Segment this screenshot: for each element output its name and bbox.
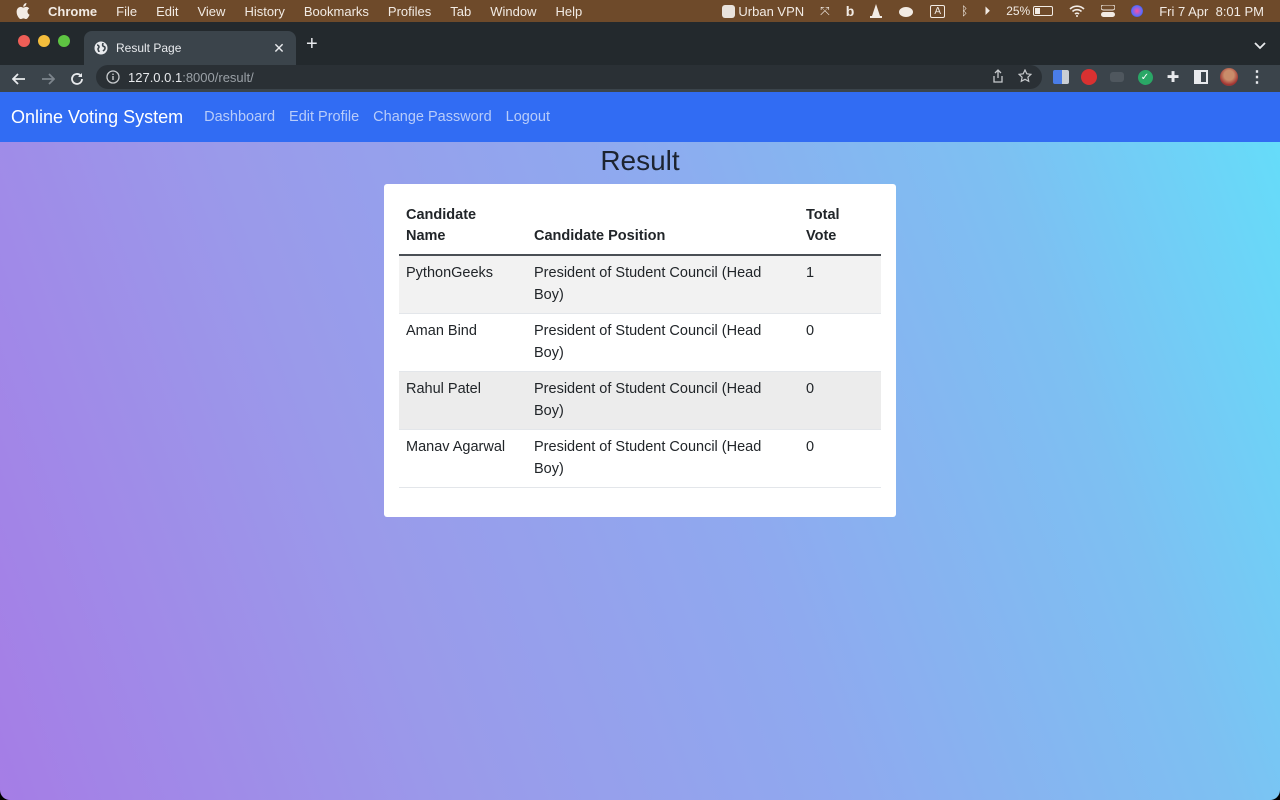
browser-toolbar: 127.0.0.1:8000/result/ ✓ ✚ ⋮ (0, 65, 1280, 92)
adblock-hand-extension-icon[interactable] (1080, 68, 1098, 86)
menu-file[interactable]: File (116, 4, 137, 19)
nav-edit-profile[interactable]: Edit Profile (289, 109, 359, 125)
side-panel-icon[interactable] (1192, 68, 1210, 86)
siri-icon[interactable] (1131, 5, 1144, 17)
cell-total-vote: 0 (799, 371, 881, 430)
table-row: Rahul Patel President of Student Council… (399, 371, 881, 430)
tab-title: Result Page (116, 41, 182, 55)
cell-total-vote: 0 (799, 429, 881, 488)
reload-button[interactable] (67, 69, 87, 89)
table-row: PythonGeeks President of Student Council… (399, 255, 881, 314)
bowl-icon[interactable] (898, 5, 914, 17)
maximize-window-button[interactable] (58, 35, 70, 47)
minimize-window-button[interactable] (38, 35, 50, 47)
globe-icon (94, 41, 108, 55)
cell-candidate-name: Rahul Patel (399, 371, 527, 430)
url-host: 127.0.0.1 (128, 69, 183, 85)
urban-vpn-status[interactable]: Urban VPN (722, 4, 804, 19)
play-circle-icon[interactable]: ⏵ (984, 4, 990, 19)
nav-dashboard[interactable]: Dashboard (204, 109, 275, 125)
battery-charging-icon (1033, 6, 1054, 16)
cell-candidate-position: President of Student Council (Head Boy) (527, 313, 799, 372)
results-table: Candidate Name Candidate Position Total … (399, 198, 881, 488)
input-source-icon[interactable]: A (930, 4, 945, 18)
profile-avatar[interactable] (1220, 68, 1238, 86)
move-arrows-icon[interactable]: ⤧ (820, 4, 830, 19)
close-window-button[interactable] (18, 35, 30, 47)
menu-profiles[interactable]: Profiles (388, 4, 431, 19)
close-tab-icon[interactable]: ✕ (272, 40, 286, 56)
cell-candidate-name: Manav Agarwal (399, 429, 527, 488)
grammar-check-extension-icon[interactable]: ✓ (1136, 68, 1154, 86)
cell-candidate-position: President of Student Council (Head Boy) (527, 429, 799, 488)
menu-help[interactable]: Help (556, 4, 583, 19)
page-title: Result (600, 145, 680, 176)
battery-percent: 25% (1006, 4, 1031, 18)
tab-search-chevron-icon[interactable] (1254, 37, 1266, 55)
header-candidate-position: Candidate Position (527, 198, 799, 256)
page-content: Online Voting System Dashboard Edit Prof… (0, 92, 1280, 800)
menu-view[interactable]: View (197, 4, 225, 19)
cell-total-vote: 1 (799, 255, 881, 314)
cell-candidate-name: Aman Bind (399, 313, 527, 372)
extensions-area: ✓ ✚ ⋮ (1052, 68, 1266, 86)
chrome-menu-kebab-icon[interactable]: ⋮ (1248, 68, 1266, 86)
menu-edit[interactable]: Edit (156, 4, 178, 19)
bing-icon[interactable]: b (846, 3, 855, 19)
menu-app-name[interactable]: Chrome (48, 4, 97, 19)
apple-menu-icon[interactable] (16, 3, 30, 19)
back-button[interactable] (9, 69, 29, 89)
window-controls (18, 35, 70, 47)
clock[interactable]: Fri 7 Apr 8:01 PM (1159, 4, 1264, 19)
menu-bookmarks[interactable]: Bookmarks (304, 4, 369, 19)
table-row: Aman Bind President of Student Council (… (399, 313, 881, 372)
bluetooth-icon[interactable]: ᛒ (961, 4, 968, 18)
table-header-row: Candidate Name Candidate Position Total … (399, 198, 881, 256)
vpn-label: Urban VPN (738, 3, 805, 19)
browser-tab-strip: Result Page ✕ + (0, 22, 1280, 65)
control-center-icon[interactable] (1101, 5, 1116, 17)
google-translate-extension-icon[interactable] (1052, 68, 1070, 86)
header-total-vote: Total Vote (799, 198, 881, 256)
menu-window[interactable]: Window (490, 4, 536, 19)
cell-candidate-position: President of Student Council (Head Boy) (527, 371, 799, 430)
macos-menu-bar: Chrome File Edit View History Bookmarks … (0, 0, 1280, 22)
extensions-puzzle-icon[interactable]: ✚ (1164, 68, 1182, 86)
cell-candidate-position: President of Student Council (Head Boy) (527, 255, 799, 314)
nav-logout[interactable]: Logout (506, 109, 550, 125)
browser-tab-result-page[interactable]: Result Page ✕ (84, 31, 296, 65)
menu-tab[interactable]: Tab (450, 4, 471, 19)
menu-history[interactable]: History (244, 4, 284, 19)
site-info-icon[interactable] (106, 70, 120, 84)
wifi-icon[interactable] (1069, 5, 1085, 17)
cell-total-vote: 0 (799, 313, 881, 372)
battery-status[interactable]: 25% (1006, 4, 1054, 18)
nav-change-password[interactable]: Change Password (373, 109, 492, 125)
forward-button[interactable] (38, 69, 58, 89)
header-candidate-name: Candidate Name (399, 198, 527, 256)
bookmark-star-icon[interactable] (1017, 68, 1033, 86)
vlc-cone-icon[interactable] (870, 4, 883, 18)
cell-candidate-name: PythonGeeks (399, 255, 527, 314)
results-card: Candidate Name Candidate Position Total … (384, 184, 896, 517)
address-bar[interactable]: 127.0.0.1:8000/result/ (96, 65, 1042, 89)
new-tab-button[interactable]: + (306, 34, 318, 54)
share-icon[interactable] (992, 68, 1004, 86)
site-navbar: Online Voting System Dashboard Edit Prof… (0, 92, 1280, 142)
disabled-extension-icon[interactable] (1108, 68, 1126, 86)
url-path: :8000/result/ (182, 69, 254, 85)
robot-icon (722, 4, 736, 18)
table-row: Manav Agarwal President of Student Counc… (399, 429, 881, 488)
brand-link[interactable]: Online Voting System (11, 107, 183, 128)
